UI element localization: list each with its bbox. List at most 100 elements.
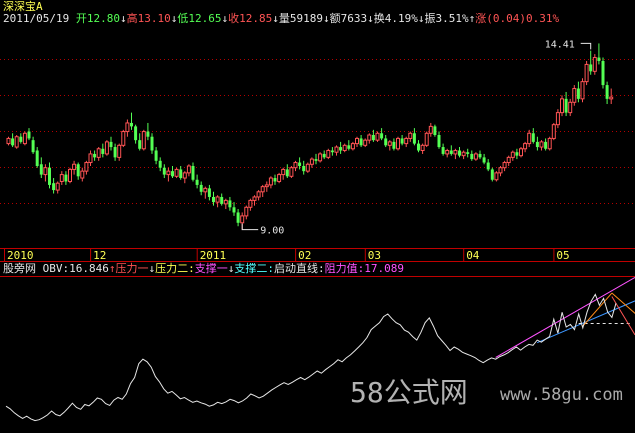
quote-bar: 2011/05/19 开12.80↓高13.10↓低12.65↓收12.85↓量… bbox=[3, 13, 559, 25]
watermark: 58公式网 www.58gu.com bbox=[350, 376, 623, 409]
candle bbox=[260, 184, 265, 197]
candle bbox=[498, 165, 503, 177]
candle bbox=[347, 140, 351, 151]
candle bbox=[191, 162, 195, 182]
date-tick-label: 03 bbox=[368, 249, 381, 262]
candle-body bbox=[584, 63, 589, 83]
candle-body bbox=[576, 88, 580, 99]
candle bbox=[59, 171, 64, 185]
arrow-down-icon: ↓ bbox=[367, 12, 374, 25]
candle-body bbox=[544, 141, 548, 149]
candle bbox=[35, 147, 39, 168]
candle bbox=[367, 133, 372, 144]
price-annotations: 14.41 9.00 bbox=[241, 39, 592, 237]
candle-body bbox=[162, 167, 166, 175]
candle-body bbox=[134, 126, 138, 141]
candle-body bbox=[96, 148, 101, 158]
candle-body bbox=[404, 137, 409, 145]
candle bbox=[318, 152, 323, 163]
candle-body bbox=[39, 164, 43, 175]
resistance-value: 17.089 bbox=[364, 262, 404, 275]
candle-body bbox=[359, 138, 363, 146]
candle bbox=[384, 135, 388, 148]
candle bbox=[342, 143, 347, 153]
turnover-label: 换 bbox=[373, 12, 385, 25]
candle bbox=[113, 143, 117, 161]
candle-body bbox=[445, 149, 450, 155]
candle bbox=[576, 81, 580, 103]
candle bbox=[72, 160, 77, 175]
candle bbox=[404, 136, 409, 148]
candle bbox=[486, 159, 490, 172]
candle bbox=[437, 131, 441, 149]
candle-body bbox=[11, 138, 15, 146]
amount-value: 7633 bbox=[340, 12, 368, 25]
candle-body bbox=[141, 131, 146, 150]
candle bbox=[519, 147, 523, 158]
candle-body bbox=[93, 153, 97, 158]
start-line-label: 启动直线: bbox=[274, 262, 325, 275]
candle bbox=[400, 135, 404, 146]
candle-body bbox=[55, 182, 60, 191]
candle bbox=[236, 209, 240, 227]
price-grid bbox=[0, 59, 635, 204]
candle-body bbox=[449, 150, 453, 154]
candle-body bbox=[207, 188, 211, 197]
candle bbox=[326, 148, 331, 160]
candle bbox=[96, 147, 101, 161]
candle bbox=[551, 122, 556, 141]
candle bbox=[314, 153, 318, 165]
candle bbox=[380, 128, 384, 141]
candle bbox=[64, 171, 68, 185]
candle-body bbox=[6, 137, 11, 145]
candle bbox=[523, 141, 528, 153]
candle-body bbox=[35, 150, 39, 166]
obv-value: 16.846 bbox=[69, 262, 109, 275]
resistance-line bbox=[495, 276, 635, 358]
candle-body bbox=[309, 158, 314, 165]
chart-window: 2010 12 2011 02 03 04 05 14.41 9.00 58公式网 www.5… bbox=[0, 0, 635, 430]
candle bbox=[166, 167, 171, 182]
candle-body bbox=[417, 143, 420, 151]
candle bbox=[84, 160, 89, 175]
candlestick-series bbox=[6, 43, 614, 230]
candle bbox=[285, 164, 289, 179]
chart-canvas[interactable]: 2010 12 2011 02 03 04 05 14.41 9.00 58公式网 www.5… bbox=[0, 0, 635, 430]
candle bbox=[268, 176, 273, 189]
candle-body bbox=[428, 125, 433, 134]
candle bbox=[482, 153, 486, 165]
pressure1-label: 压力一 bbox=[115, 262, 149, 275]
candle bbox=[162, 164, 166, 179]
candle-body bbox=[473, 153, 478, 160]
candle bbox=[104, 140, 109, 156]
candle bbox=[141, 129, 146, 151]
candle-body bbox=[466, 152, 470, 154]
candle-body bbox=[527, 132, 532, 145]
candle-body bbox=[232, 207, 236, 213]
candle-body bbox=[458, 150, 461, 156]
candle bbox=[392, 138, 396, 151]
low-marker-line bbox=[241, 223, 259, 231]
candle bbox=[470, 150, 474, 161]
candle bbox=[134, 124, 138, 144]
candle bbox=[535, 136, 539, 151]
candle-body bbox=[412, 133, 416, 144]
candle-body bbox=[572, 88, 577, 103]
candle-body bbox=[597, 57, 601, 61]
close-value: 12.85 bbox=[239, 12, 273, 25]
candle-body bbox=[281, 168, 286, 176]
candle-body bbox=[191, 165, 195, 180]
candle bbox=[355, 136, 359, 148]
candle bbox=[121, 129, 126, 148]
candle-body bbox=[186, 165, 191, 174]
candle bbox=[330, 147, 334, 156]
candle bbox=[252, 195, 257, 206]
candle-body bbox=[277, 174, 282, 182]
candle-body bbox=[515, 152, 519, 156]
candle-body bbox=[31, 140, 35, 153]
change-label: 涨 bbox=[475, 12, 487, 25]
candle bbox=[424, 131, 429, 148]
candle-body bbox=[486, 162, 490, 170]
candle-body bbox=[236, 212, 240, 223]
candle-body bbox=[52, 183, 56, 191]
